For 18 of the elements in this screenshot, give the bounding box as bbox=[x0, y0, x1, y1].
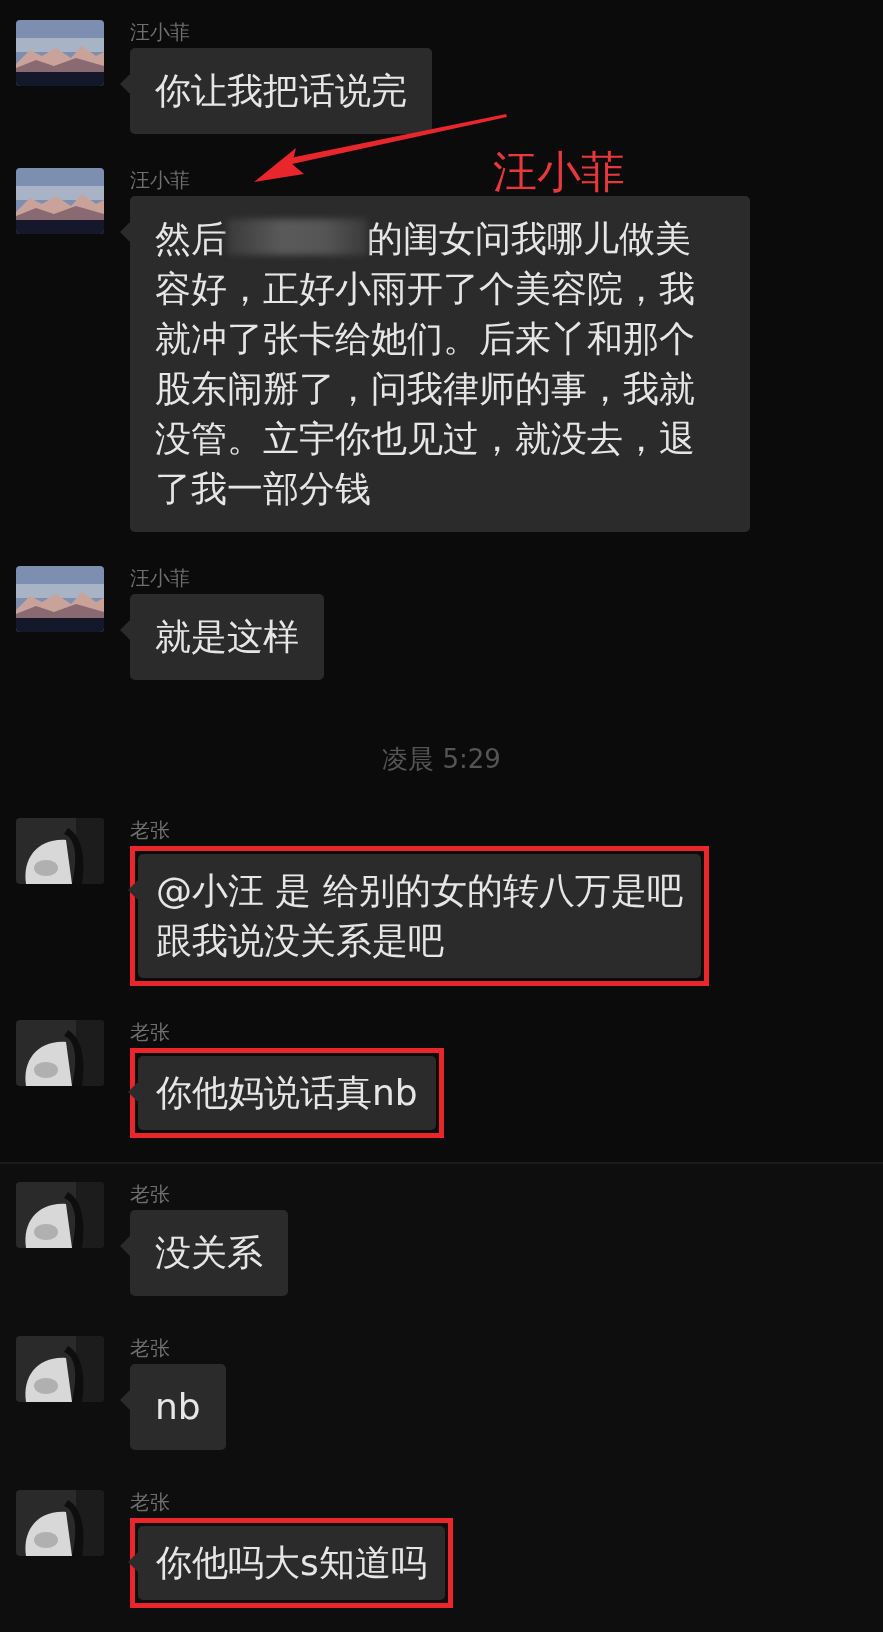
time-label: 凌晨 5:29 bbox=[382, 744, 501, 774]
sender-name: 老张 bbox=[130, 1020, 170, 1044]
sender-name: 汪小菲 bbox=[130, 20, 190, 44]
sender-name: 老张 bbox=[130, 1336, 170, 1360]
message-bubble: nb bbox=[130, 1364, 226, 1450]
message-bubble: 没关系 bbox=[130, 1210, 288, 1296]
message-bubble: 你让我把话说完 bbox=[130, 48, 432, 134]
message-bubble: @小汪 是 给别的女的转八万是吧 跟我说没关系是吧 bbox=[138, 854, 701, 978]
message-bubble: 你他吗大s知道吗 bbox=[138, 1526, 445, 1600]
sender-name: 汪小菲 bbox=[130, 168, 190, 192]
annotation-label: 汪小菲 bbox=[493, 146, 625, 198]
sender-name: 老张 bbox=[130, 818, 170, 842]
message-bubble: 就是这样 bbox=[130, 594, 324, 680]
sender-name: 老张 bbox=[130, 1182, 170, 1206]
message-bubble: 你他妈说话真nb bbox=[138, 1056, 436, 1130]
sender-name: 汪小菲 bbox=[130, 566, 190, 590]
sender-name: 老张 bbox=[130, 1490, 170, 1514]
message-bubble: 然后 的闺女问我哪儿做美容好，正好小雨开了个美容院，我就冲了张卡给她们。后来丫和那个股东闹掰了，问我律师的事，我就没管。立宇你也见过，就没去，退了我一部分钱 bbox=[130, 196, 750, 532]
